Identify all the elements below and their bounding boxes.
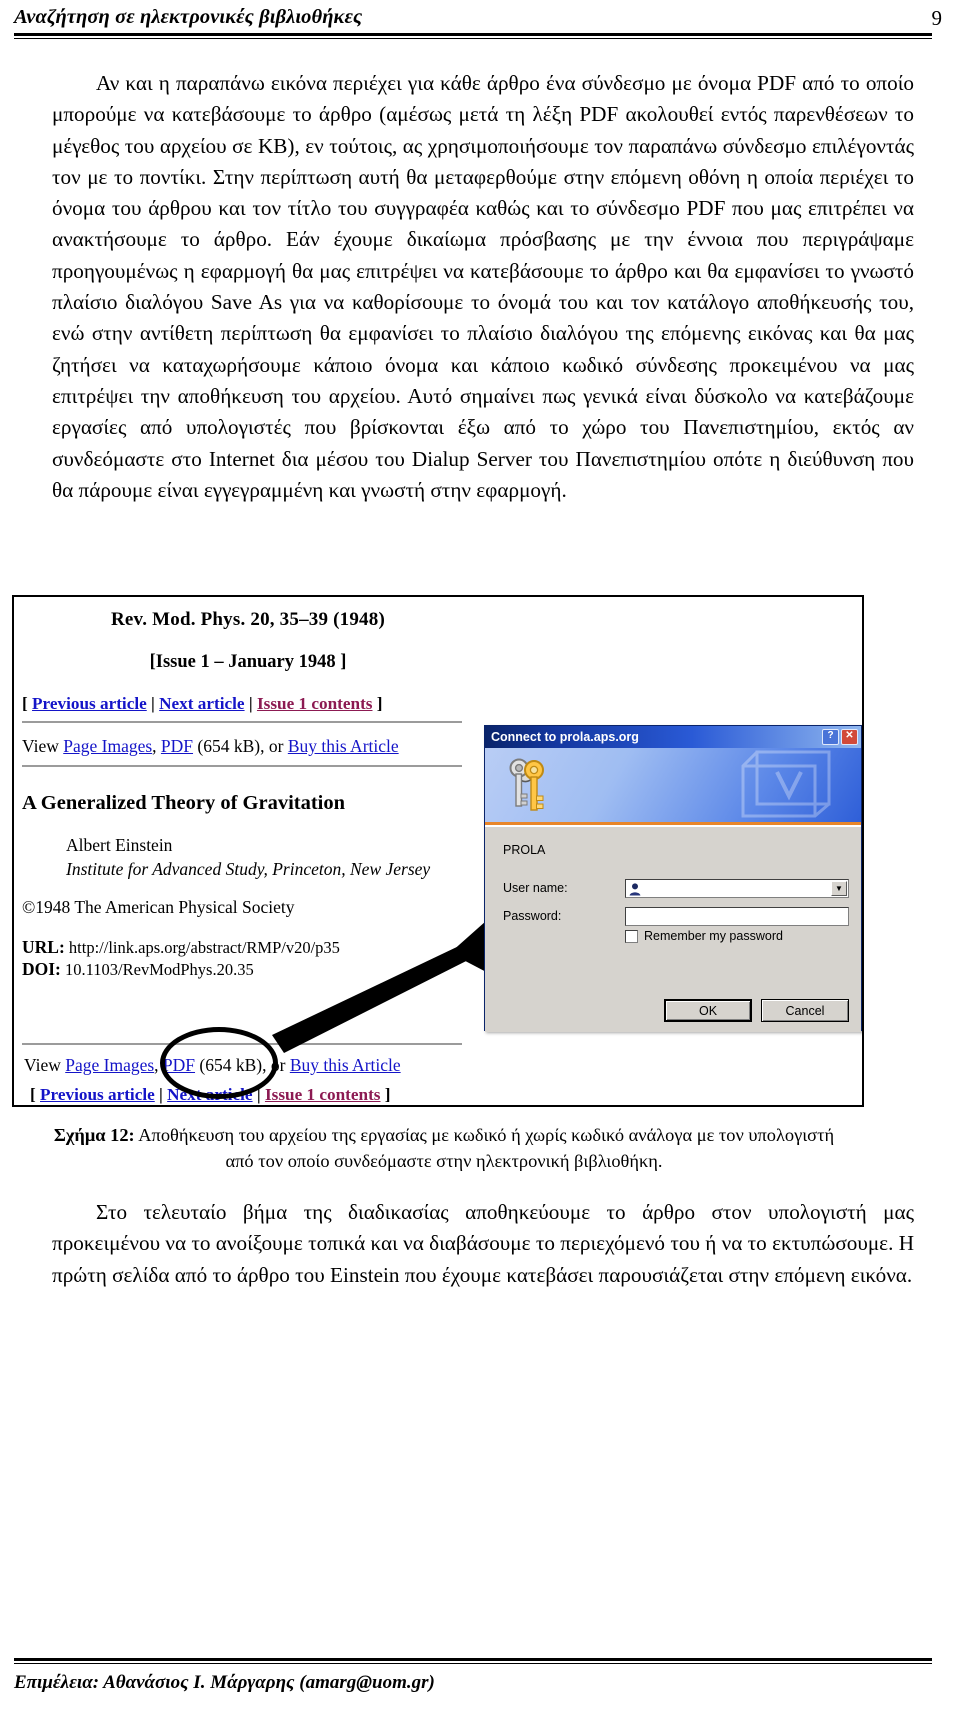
dialog-banner (485, 748, 861, 822)
article-url-row: URL: http://link.aps.org/abstract/RMP/v2… (22, 937, 340, 958)
article-nav-top: [ Previous article | Next article | Issu… (22, 694, 383, 714)
divider-bottom (22, 1043, 462, 1045)
previous-article-link[interactable]: Previous article (32, 694, 147, 713)
nav-close-bracket-bottom: ] (384, 1085, 391, 1104)
nav-separator-3: | (159, 1085, 163, 1104)
realm-label: PROLA (503, 843, 546, 857)
divider-top (22, 721, 462, 723)
view-comma-top: , (152, 736, 157, 756)
figure-caption-label: Σχήμα 12: (53, 1125, 135, 1145)
nav-separator-2: | (248, 694, 253, 713)
article-copyright: ©1948 The American Physical Society (22, 897, 295, 917)
keys-icon (509, 758, 544, 811)
url-value: http://link.aps.org/abstract/RMP/v20/p35 (68, 938, 340, 957)
journal-citation: Rev. Mod. Phys. 20, 35–39 (1948) (111, 609, 385, 630)
figure-caption: Σχήμα 12: Αποθήκευση του αρχείου της εργ… (44, 1122, 844, 1174)
nav-separator-4: | (256, 1085, 261, 1104)
article-nav-bottom: [ Previous article | Next article | Issu… (30, 1085, 391, 1105)
remember-password-row[interactable]: Remember my password (625, 929, 783, 943)
or-word-top: or (268, 736, 284, 756)
view-word-top: View (22, 736, 59, 756)
pdf-link-bottom[interactable]: PDF (163, 1055, 195, 1075)
issue-line: [Issue 1 – January 1948 ] (149, 652, 347, 672)
remember-password-label: Remember my password (644, 929, 783, 943)
dialog-body: PROLA User name: ▼ Password: Remember my… (485, 827, 861, 1032)
help-icon[interactable]: ? (822, 729, 839, 745)
header-divider (14, 33, 932, 39)
nav-separator-1: | (151, 694, 155, 713)
page-images-link-bottom[interactable]: Page Images (65, 1055, 154, 1075)
doi-label: DOI: (22, 959, 61, 979)
username-label: User name: (503, 881, 568, 895)
banner-watermark-icon (741, 750, 831, 818)
pdf-size-bottom: (654 kB), (199, 1055, 267, 1075)
user-icon (629, 882, 641, 895)
buy-article-link-top[interactable]: Buy this Article (288, 736, 399, 756)
username-input[interactable]: ▼ (625, 879, 849, 898)
issue-contents-link[interactable]: Issue 1 contents (257, 694, 373, 713)
password-input[interactable] (625, 907, 849, 926)
chevron-down-icon[interactable]: ▼ (831, 881, 847, 896)
issue-contents-link-bottom[interactable]: Issue 1 contents (265, 1085, 381, 1104)
ok-button[interactable]: OK (664, 999, 752, 1022)
nav-close-bracket: ] (376, 694, 383, 713)
password-label: Password: (503, 909, 562, 923)
dialog-titlebar[interactable]: Connect to prola.aps.org ? ✕ (485, 726, 861, 748)
page-number: 9 (931, 6, 943, 30)
remember-password-checkbox[interactable] (625, 929, 638, 943)
figure-screenshot: Rev. Mod. Phys. 20, 35–39 (1948) [Issue … (12, 595, 864, 1107)
pdf-link-top[interactable]: PDF (161, 736, 193, 756)
connect-dialog[interactable]: Connect to prola.aps.org ? ✕ PROLA User … (484, 725, 862, 1032)
view-comma-bottom: , (154, 1055, 159, 1075)
next-article-link[interactable]: Next article (159, 694, 244, 713)
buy-article-link-bottom[interactable]: Buy this Article (290, 1055, 401, 1075)
document-body: Αν και η παραπάνω εικόνα περιέχει για κά… (52, 68, 914, 506)
figure-caption-text: Αποθήκευση του αρχείου της εργασίας με κ… (134, 1125, 835, 1171)
article-doi-row: DOI: 10.1103/RevModPhys.20.35 (22, 959, 254, 980)
closing-section: Στο τελευταίο βήμα της διαδικασίας αποθη… (52, 1197, 914, 1291)
footer-divider (14, 1658, 932, 1664)
dialog-title: Connect to prola.aps.org (491, 730, 639, 744)
body-paragraph-1: Αν και η παραπάνω εικόνα περιέχει για κά… (52, 71, 914, 502)
doi-value: 10.1103/RevModPhys.20.35 (65, 960, 254, 979)
close-icon[interactable]: ✕ (841, 729, 858, 745)
header-title: Αναζήτηση σε ηλεκτρονικές βιβλιοθήκες (14, 6, 363, 28)
or-word-bottom: or (270, 1055, 286, 1075)
password-row: Password: (503, 907, 849, 927)
dialog-buttons: OK Cancel (664, 999, 849, 1022)
url-label: URL: (22, 937, 65, 957)
previous-article-link-bottom[interactable]: Previous article (40, 1085, 155, 1104)
view-options-top: View Page Images, PDF (654 kB), or Buy t… (22, 736, 399, 757)
view-word-bottom: View (24, 1055, 61, 1075)
article-author: Albert Einstein (66, 835, 173, 855)
nav-open-bracket-bottom: [ (30, 1085, 36, 1104)
next-article-link-bottom[interactable]: Next article (167, 1085, 252, 1104)
divider-middle (22, 765, 462, 767)
article-affiliation: Institute for Advanced Study, Princeton,… (66, 859, 431, 879)
cancel-button[interactable]: Cancel (761, 999, 849, 1022)
pdf-size-top: (654 kB), (197, 736, 265, 756)
footer-text: Επιμέλεια: Αθανάσιος Ι. Μάργαρης (amarg@… (14, 1672, 435, 1693)
view-options-bottom: View Page Images, PDF (654 kB), or Buy t… (24, 1055, 401, 1076)
page-images-link-top[interactable]: Page Images (63, 736, 152, 756)
article-title: A Generalized Theory of Gravitation (22, 792, 346, 814)
username-row: User name: ▼ (503, 879, 849, 899)
nav-open-bracket: [ (22, 694, 28, 713)
body-paragraph-2: Στο τελευταίο βήμα της διαδικασίας αποθη… (52, 1200, 914, 1287)
